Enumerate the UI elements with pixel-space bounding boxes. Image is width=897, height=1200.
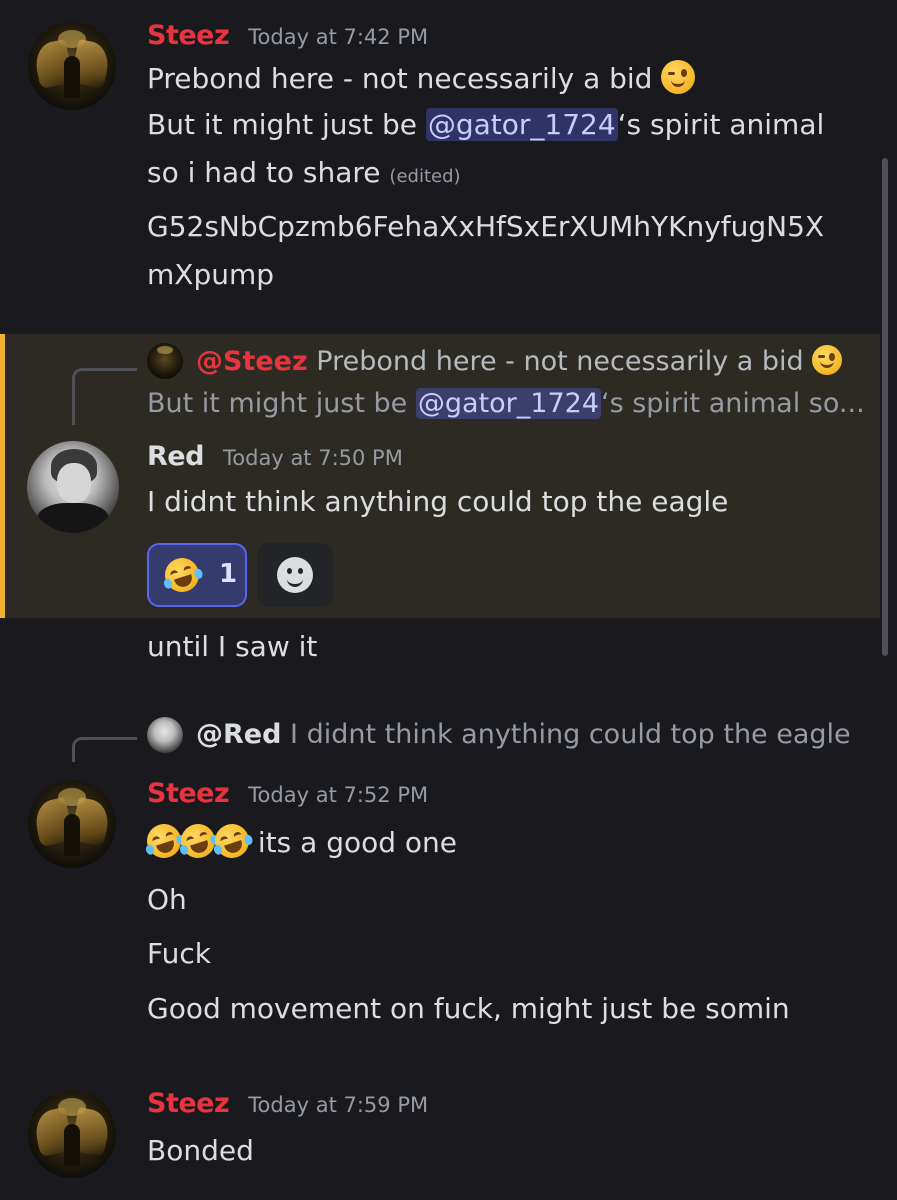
contract-address-line: mXpump xyxy=(147,258,275,291)
reply-preview[interactable]: @Steez Prebond here - not necessarily a … xyxy=(196,345,843,377)
mention-highlight-bar xyxy=(0,334,5,618)
timestamp: Today at 7:59 PM xyxy=(248,1093,429,1117)
message-text: Oh xyxy=(147,883,187,916)
chat-view: Steez Today at 7:42 PM Prebond here - no… xyxy=(0,0,897,1200)
message-header: Red Today at 7:50 PM xyxy=(147,441,403,472)
contract-address-line: G52sNbCpzmb6FehaXxHfSxErXUMhYKnyfugN5X xyxy=(147,210,825,243)
message-header: Steez Today at 7:42 PM xyxy=(147,20,428,51)
reply-spine xyxy=(72,737,137,762)
timestamp: Today at 7:52 PM xyxy=(248,783,429,807)
message-text: I didnt think anything could top the eag… xyxy=(147,485,729,518)
avatar-red[interactable] xyxy=(27,441,119,533)
avatar-steez[interactable] xyxy=(28,1090,116,1178)
scrollbar[interactable] xyxy=(882,158,888,656)
reply-preview[interactable]: @Red I didnt think anything could top th… xyxy=(196,719,851,750)
message-header: Steez Today at 7:52 PM xyxy=(147,778,428,809)
username[interactable]: Steez xyxy=(147,20,230,51)
reply-preview-line2: But it might just be @gator_1724‘s spiri… xyxy=(147,388,865,419)
timestamp: Today at 7:42 PM xyxy=(248,25,429,49)
username[interactable]: Steez xyxy=(147,778,230,809)
rofl-emoji-icon xyxy=(142,819,186,863)
message-text: so i had to share (edited) xyxy=(147,156,461,189)
edited-label: (edited) xyxy=(389,166,461,187)
reply-avatar-steez[interactable] xyxy=(147,343,183,379)
user-mention[interactable]: @gator_1724 xyxy=(425,108,618,141)
user-mention[interactable]: @gator_1724 xyxy=(415,388,601,419)
message-text: its a good one xyxy=(142,819,458,863)
reaction-rofl[interactable]: 1 xyxy=(147,543,247,607)
reply-text: But it might just be xyxy=(147,388,408,419)
message-line: so i had to share xyxy=(147,156,381,189)
message-text: Fuck xyxy=(147,937,211,970)
add-reaction-icon xyxy=(277,557,313,593)
message-text: Prebond here - not necessarily a bid xyxy=(147,60,696,95)
message-header: Steez Today at 7:59 PM xyxy=(147,1088,428,1119)
message-text: Bonded xyxy=(147,1134,254,1167)
reply-text: I didnt think anything could top the eag… xyxy=(290,719,851,750)
wink-emoji-icon xyxy=(661,60,696,94)
reply-author[interactable]: @Red xyxy=(196,719,281,750)
timestamp: Today at 7:50 PM xyxy=(223,446,403,470)
avatar-steez[interactable] xyxy=(28,22,116,110)
username[interactable]: Red xyxy=(147,441,204,472)
message-line: ‘s spirit animal xyxy=(617,108,825,141)
message-line: But it might just be xyxy=(147,108,417,141)
message-text: Good movement on fuck, might just be som… xyxy=(147,992,790,1025)
reply-avatar-red[interactable] xyxy=(147,717,183,753)
rofl-emoji-icon xyxy=(210,819,254,863)
reaction-count: 1 xyxy=(219,559,238,589)
message-line: its a good one xyxy=(257,826,458,859)
wink-emoji-icon xyxy=(812,345,843,375)
reply-author[interactable]: @Steez xyxy=(196,346,308,377)
message-text: until I saw it xyxy=(147,630,318,663)
reply-text: ‘s spirit animal so... xyxy=(601,388,865,419)
avatar-steez[interactable] xyxy=(28,780,116,868)
username[interactable]: Steez xyxy=(147,1088,230,1119)
rofl-emoji-icon xyxy=(176,819,220,863)
reply-text: Prebond here - not necessarily a bid xyxy=(316,346,804,377)
rofl-emoji-icon xyxy=(160,553,204,597)
reply-spine xyxy=(72,368,137,425)
message-line: Prebond here - not necessarily a bid xyxy=(147,62,653,95)
add-reaction-button[interactable] xyxy=(257,543,333,607)
message-text: But it might just be @gator_1724‘s spiri… xyxy=(147,108,824,141)
